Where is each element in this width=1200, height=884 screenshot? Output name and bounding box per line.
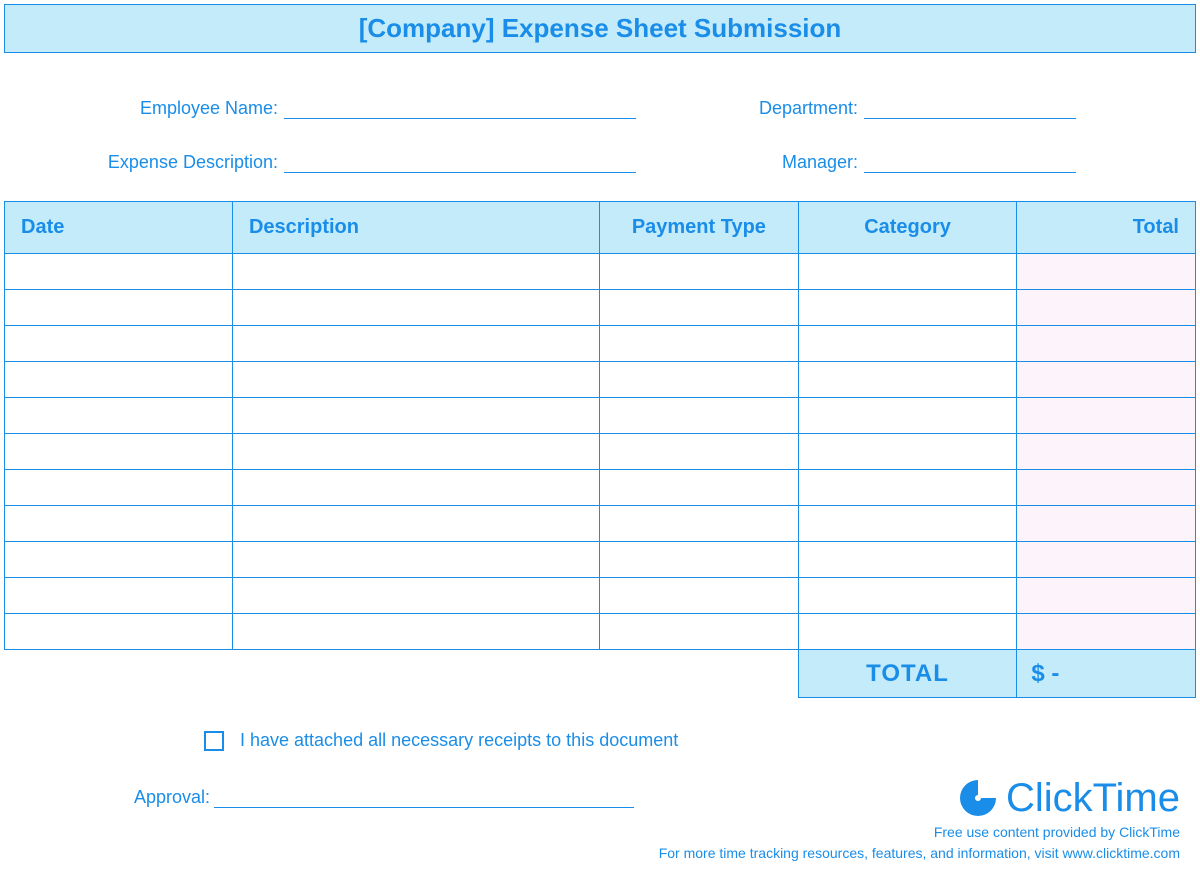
cell-category[interactable] — [798, 506, 1017, 542]
cell-total[interactable] — [1017, 506, 1196, 542]
cell-category[interactable] — [798, 362, 1017, 398]
cell-date[interactable] — [5, 434, 233, 470]
cell-description[interactable] — [232, 290, 599, 326]
approval-input[interactable] — [214, 788, 634, 808]
cell-payment_type[interactable] — [599, 362, 798, 398]
table-row — [5, 254, 1196, 290]
expense-description-input[interactable] — [284, 151, 636, 173]
cell-payment_type[interactable] — [599, 470, 798, 506]
cell-category[interactable] — [798, 434, 1017, 470]
cell-total[interactable] — [1017, 326, 1196, 362]
employee-name-label: Employee Name: — [64, 98, 284, 119]
cell-category[interactable] — [798, 326, 1017, 362]
cell-description[interactable] — [232, 398, 599, 434]
cell-payment_type[interactable] — [599, 434, 798, 470]
cell-total[interactable] — [1017, 362, 1196, 398]
table-header-row: Date Description Payment Type Category T… — [5, 202, 1196, 254]
cell-date[interactable] — [5, 362, 233, 398]
expense-description-label: Expense Description: — [64, 152, 284, 173]
cell-description[interactable] — [232, 506, 599, 542]
cell-description[interactable] — [232, 470, 599, 506]
cell-total[interactable] — [1017, 254, 1196, 290]
table-row — [5, 506, 1196, 542]
cell-category[interactable] — [798, 290, 1017, 326]
header-category: Category — [798, 202, 1017, 254]
page-title: [Company] Expense Sheet Submission — [4, 4, 1196, 53]
header-date: Date — [5, 202, 233, 254]
cell-payment_type[interactable] — [599, 542, 798, 578]
cell-date[interactable] — [5, 254, 233, 290]
approval-label: Approval: — [134, 787, 210, 808]
cell-category[interactable] — [798, 470, 1017, 506]
cell-total[interactable] — [1017, 398, 1196, 434]
cell-payment_type[interactable] — [599, 614, 798, 650]
cell-payment_type[interactable] — [599, 254, 798, 290]
department-label: Department: — [664, 98, 864, 119]
header-description: Description — [232, 202, 599, 254]
cell-date[interactable] — [5, 506, 233, 542]
table-row — [5, 434, 1196, 470]
table-row — [5, 398, 1196, 434]
receipts-confirmation: I have attached all necessary receipts t… — [4, 730, 1196, 751]
table-row — [5, 578, 1196, 614]
table-row — [5, 614, 1196, 650]
table-row — [5, 542, 1196, 578]
table-row — [5, 470, 1196, 506]
clicktime-icon — [956, 776, 1000, 820]
department-input[interactable] — [864, 97, 1076, 119]
table-row — [5, 326, 1196, 362]
cell-category[interactable] — [798, 398, 1017, 434]
cell-total[interactable] — [1017, 578, 1196, 614]
cell-date[interactable] — [5, 614, 233, 650]
cell-total[interactable] — [1017, 290, 1196, 326]
table-row — [5, 362, 1196, 398]
cell-category[interactable] — [798, 542, 1017, 578]
header-total: Total — [1017, 202, 1196, 254]
cell-payment_type[interactable] — [599, 578, 798, 614]
total-label: TOTAL — [798, 650, 1017, 698]
cell-total[interactable] — [1017, 470, 1196, 506]
footer: ClickTime Free use content provided by C… — [659, 776, 1180, 864]
receipts-text: I have attached all necessary receipts t… — [240, 730, 678, 751]
footer-line1: Free use content provided by ClickTime — [659, 823, 1180, 843]
cell-description[interactable] — [232, 434, 599, 470]
manager-input[interactable] — [864, 151, 1076, 173]
info-fields: Employee Name: Department: Expense Descr… — [4, 97, 1196, 173]
employee-name-input[interactable] — [284, 97, 636, 119]
cell-description[interactable] — [232, 362, 599, 398]
cell-description[interactable] — [232, 578, 599, 614]
cell-date[interactable] — [5, 326, 233, 362]
total-value: $ - — [1017, 650, 1196, 698]
brand-name: ClickTime — [1006, 776, 1180, 821]
cell-description[interactable] — [232, 614, 599, 650]
cell-category[interactable] — [798, 614, 1017, 650]
cell-payment_type[interactable] — [599, 326, 798, 362]
manager-label: Manager: — [664, 152, 864, 173]
cell-date[interactable] — [5, 470, 233, 506]
brand-logo: ClickTime — [659, 776, 1180, 821]
expense-table: Date Description Payment Type Category T… — [4, 201, 1196, 698]
cell-description[interactable] — [232, 326, 599, 362]
total-row: TOTAL $ - — [5, 650, 1196, 698]
cell-payment_type[interactable] — [599, 398, 798, 434]
cell-date[interactable] — [5, 290, 233, 326]
cell-category[interactable] — [798, 578, 1017, 614]
cell-payment_type[interactable] — [599, 290, 798, 326]
cell-payment_type[interactable] — [599, 506, 798, 542]
footer-line2: For more time tracking resources, featur… — [659, 844, 1180, 864]
cell-date[interactable] — [5, 578, 233, 614]
table-row — [5, 290, 1196, 326]
cell-date[interactable] — [5, 542, 233, 578]
cell-total[interactable] — [1017, 542, 1196, 578]
header-payment-type: Payment Type — [599, 202, 798, 254]
receipts-checkbox[interactable] — [204, 731, 224, 751]
cell-total[interactable] — [1017, 614, 1196, 650]
cell-date[interactable] — [5, 398, 233, 434]
cell-category[interactable] — [798, 254, 1017, 290]
cell-total[interactable] — [1017, 434, 1196, 470]
cell-description[interactable] — [232, 542, 599, 578]
cell-description[interactable] — [232, 254, 599, 290]
